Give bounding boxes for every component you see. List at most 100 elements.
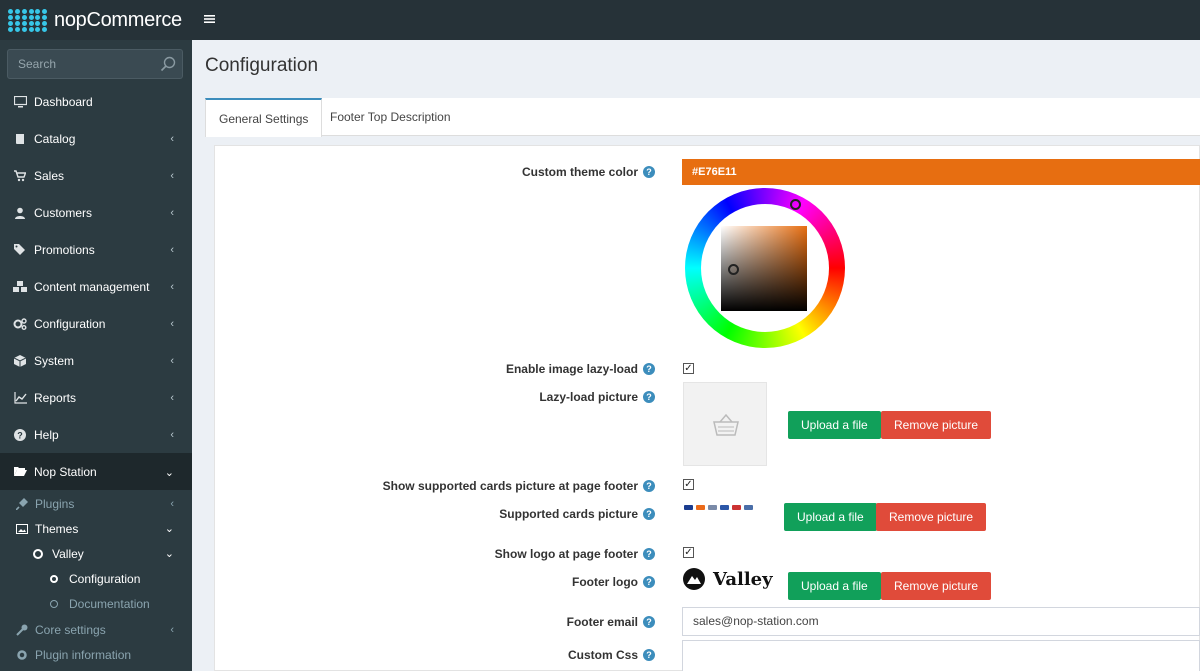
tags-icon <box>13 243 27 257</box>
chevron-down-icon: ⌄ <box>164 548 174 560</box>
sidebar-item-label: Dashboard <box>34 94 93 109</box>
logo-remove-button[interactable]: Remove picture <box>881 572 992 600</box>
help-icon[interactable]: ? <box>643 166 655 178</box>
sidebar-item-configuration[interactable]: Configuration ‹ <box>0 305 192 342</box>
help-icon[interactable]: ? <box>643 480 655 492</box>
custom-css-label: Custom Css ? <box>568 648 655 662</box>
help-icon[interactable]: ? <box>643 391 655 403</box>
sidebar-item-nop-station[interactable]: Nop Station ⌄ <box>0 453 192 490</box>
page-title: Configuration <box>205 55 319 76</box>
sidebar-subitem-configuration[interactable]: Configuration <box>0 566 192 591</box>
tab-general-settings[interactable]: General Settings <box>205 98 323 137</box>
show-cards-label: Show supported cards picture at page foo… <box>383 479 655 493</box>
sidebar-item-label: Valley <box>52 546 84 561</box>
card-icon <box>732 505 741 510</box>
chevron-left-icon: ‹ <box>170 623 174 636</box>
show-cards-checkbox[interactable]: ✓ <box>683 479 694 490</box>
custom-css-textarea[interactable] <box>682 640 1200 671</box>
sidebar-item-promotions[interactable]: Promotions ‹ <box>0 231 192 268</box>
mastercard-icon <box>696 505 705 510</box>
sidebar-item-content-management[interactable]: Content management ‹ <box>0 268 192 305</box>
sidebar-item-reports[interactable]: Reports ‹ <box>0 379 192 416</box>
search-box <box>7 49 183 79</box>
help-icon[interactable]: ? <box>643 649 655 661</box>
custom-theme-color-label: Custom theme color ? <box>522 165 655 179</box>
help-icon[interactable]: ? <box>643 616 655 628</box>
enable-lazy-load-checkbox[interactable]: ✓ <box>683 363 694 374</box>
sidebar-item-dashboard[interactable]: Dashboard <box>0 83 192 120</box>
monitor-icon <box>13 95 27 109</box>
sidebar: Dashboard Catalog ‹ Sales ‹ Customers ‹ … <box>0 40 192 671</box>
sidebar-item-label: Catalog <box>34 131 76 146</box>
sidebar-item-label: Content management <box>34 279 150 294</box>
saturation-handle[interactable] <box>728 264 739 275</box>
cards-upload-button[interactable]: Upload a file <box>784 503 877 531</box>
gear-icon <box>16 649 28 661</box>
card-icon <box>708 505 717 510</box>
user-icon <box>13 206 27 220</box>
lazy-load-upload-button[interactable]: Upload a file <box>788 411 881 439</box>
sidebar-item-customers[interactable]: Customers ‹ <box>0 194 192 231</box>
sidebar-subitem-core-settings[interactable]: Core settings ‹ <box>0 617 192 642</box>
book-icon <box>13 132 27 146</box>
sidebar-subitem-valley[interactable]: Valley ⌄ <box>0 541 192 566</box>
lazy-load-remove-button[interactable]: Remove picture <box>881 411 992 439</box>
brand-logo[interactable]: nopCommerce <box>8 6 182 34</box>
visa-card-icon <box>684 505 693 510</box>
lazy-load-picture-label: Lazy-load picture ? <box>539 390 655 404</box>
sidebar-item-label: Documentation <box>69 596 150 611</box>
sidebar-item-label: Help <box>34 427 59 442</box>
footer-logo-preview: Valley <box>682 567 773 591</box>
cube-icon <box>13 354 27 368</box>
custom-theme-color-input[interactable]: #E76E11 <box>682 159 1200 185</box>
sidebar-subitem-plugins[interactable]: Plugins ‹ <box>0 491 192 516</box>
sidebar-item-label: Reports <box>34 390 77 405</box>
chevron-left-icon: ‹ <box>170 244 174 256</box>
enable-lazy-load-label: Enable image lazy-load ? <box>506 362 655 376</box>
svg-text:?: ? <box>17 430 23 440</box>
tab-footer-top-description[interactable]: Footer Top Description <box>317 98 464 136</box>
hue-handle[interactable] <box>790 199 801 210</box>
logo-icon <box>8 6 48 34</box>
search-input[interactable] <box>8 50 148 78</box>
show-logo-label: Show logo at page footer ? <box>495 547 655 561</box>
gears-icon <box>13 317 27 331</box>
sidebar-item-help[interactable]: ? Help ‹ <box>0 416 192 453</box>
cubes-icon <box>13 280 27 294</box>
help-icon[interactable]: ? <box>643 363 655 375</box>
image-icon <box>16 523 28 534</box>
sidebar-item-label: Themes <box>35 521 79 536</box>
sidebar-item-label: Core settings <box>35 622 106 637</box>
help-icon[interactable]: ? <box>643 508 655 520</box>
chevron-left-icon: ‹ <box>170 170 174 182</box>
chevron-left-icon: ‹ <box>170 429 174 441</box>
sidebar-subitem-plugin-information[interactable]: Plugin information <box>0 642 192 667</box>
footer-email-input[interactable]: sales@nop-station.com <box>682 607 1200 636</box>
sidebar-item-label: System <box>34 353 75 368</box>
hamburger-menu-icon[interactable] <box>204 13 216 25</box>
tab-bar: General Settings Footer Top Description <box>205 98 1200 137</box>
folder-open-icon <box>13 465 27 479</box>
sidebar-subitem-documentation[interactable]: Documentation <box>0 591 192 616</box>
sidebar-item-label: Customers <box>34 205 93 220</box>
line-chart-icon <box>13 391 27 405</box>
logo-upload-button[interactable]: Upload a file <box>788 572 881 600</box>
sidebar-item-sales[interactable]: Sales ‹ <box>0 157 192 194</box>
sidebar-item-label: Nop Station <box>34 464 97 479</box>
cards-remove-button[interactable]: Remove picture <box>876 503 987 531</box>
plug-icon <box>16 497 28 510</box>
footer-logo-label: Footer logo ? <box>572 575 655 589</box>
sidebar-subitem-themes[interactable]: Themes ⌄ <box>0 516 192 541</box>
sidebar-item-system[interactable]: System ‹ <box>0 342 192 379</box>
help-icon[interactable]: ? <box>643 548 655 560</box>
footer-email-label: Footer email ? <box>567 615 655 629</box>
help-icon[interactable]: ? <box>643 576 655 588</box>
show-logo-checkbox[interactable]: ✓ <box>683 547 694 558</box>
sidebar-item-catalog[interactable]: Catalog ‹ <box>0 120 192 157</box>
card-icon <box>720 505 729 510</box>
chevron-left-icon: ‹ <box>170 497 174 510</box>
chevron-left-icon: ‹ <box>170 355 174 367</box>
circle-icon <box>33 548 43 559</box>
search-icon[interactable] <box>160 56 176 72</box>
chevron-down-icon: ⌄ <box>164 467 174 479</box>
